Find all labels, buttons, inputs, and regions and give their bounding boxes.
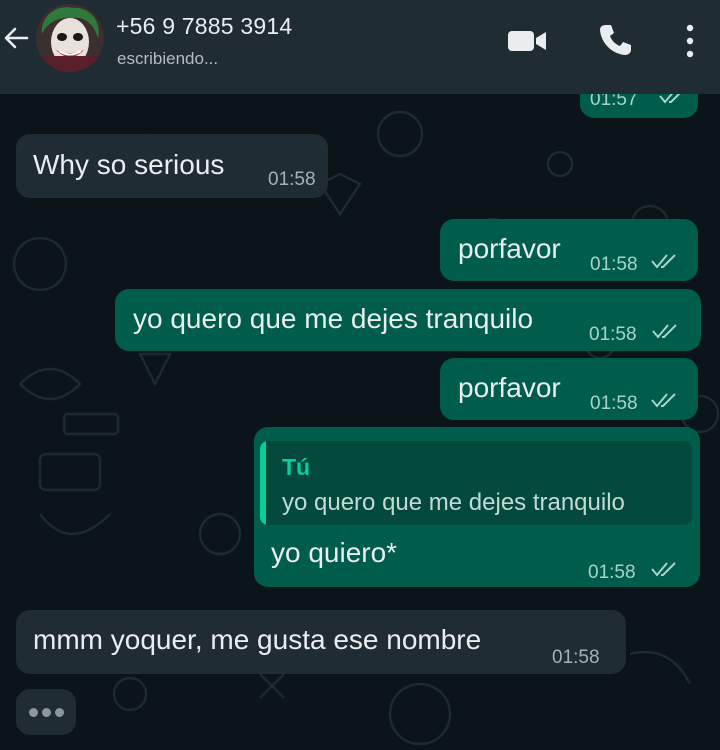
quote-accent-bar — [260, 441, 266, 525]
quote-text: yo quero que me dejes tranquilo — [282, 489, 625, 516]
typing-dot — [55, 708, 64, 717]
typing-dot — [42, 708, 51, 717]
joker-avatar-image — [36, 4, 104, 72]
message-text: mmm yoquer, me gusta ese nombre — [33, 624, 482, 655]
message-time: 01:58 — [268, 169, 316, 190]
back-arrow-icon[interactable] — [2, 24, 30, 52]
typing-status: escribiendo... — [117, 49, 219, 68]
message-time: 01:58 — [590, 254, 638, 275]
message-time: 01:58 — [590, 393, 638, 414]
phone-call-icon[interactable] — [597, 22, 633, 58]
quote-author: Tú — [282, 454, 311, 480]
message-text: porfavor — [458, 233, 561, 264]
message-text: porfavor — [458, 372, 561, 403]
typing-indicator — [16, 689, 76, 735]
more-options-icon[interactable] — [682, 22, 698, 60]
outgoing-message-bubble[interactable]: porfavor 01:58 — [440, 358, 698, 420]
message-text: yo quiero* — [271, 537, 398, 568]
avatar[interactable] — [36, 4, 104, 72]
incoming-message-bubble[interactable]: Why so serious 01:58 — [16, 134, 328, 198]
message-text: Why so serious — [33, 149, 225, 180]
chat-area: 01:57 Why so serious 01:58 porfavor 01:5… — [0, 94, 720, 750]
previous-message-bubble[interactable]: 01:57 — [580, 94, 698, 118]
chat-header: +56 9 7885 3914 escribiendo... — [0, 0, 720, 94]
read-ticks-icon — [651, 393, 676, 408]
read-ticks-icon — [651, 254, 676, 269]
message-time: 01:57 — [590, 94, 638, 110]
message-time: 01:58 — [589, 324, 637, 345]
message-time: 01:58 — [552, 647, 600, 668]
message-text: yo quero que me dejes tranquilo — [133, 303, 534, 334]
read-ticks-icon — [651, 562, 676, 577]
quoted-message[interactable]: Tú yo quero que me dejes tranquilo — [260, 441, 692, 525]
outgoing-reply-bubble[interactable]: Tú yo quero que me dejes tranquilo yo qu… — [254, 427, 700, 587]
contact-name[interactable]: +56 9 7885 3914 — [116, 13, 292, 40]
incoming-message-bubble[interactable]: mmm yoquer, me gusta ese nombre 01:58 — [16, 610, 626, 674]
outgoing-message-bubble[interactable]: porfavor 01:58 — [440, 219, 698, 281]
read-ticks-icon — [659, 94, 681, 104]
typing-dot — [29, 708, 38, 717]
outgoing-message-bubble[interactable]: yo quero que me dejes tranquilo 01:58 — [115, 289, 701, 351]
read-ticks-icon — [652, 324, 677, 339]
message-time: 01:58 — [588, 562, 636, 583]
video-call-icon[interactable] — [506, 27, 548, 55]
